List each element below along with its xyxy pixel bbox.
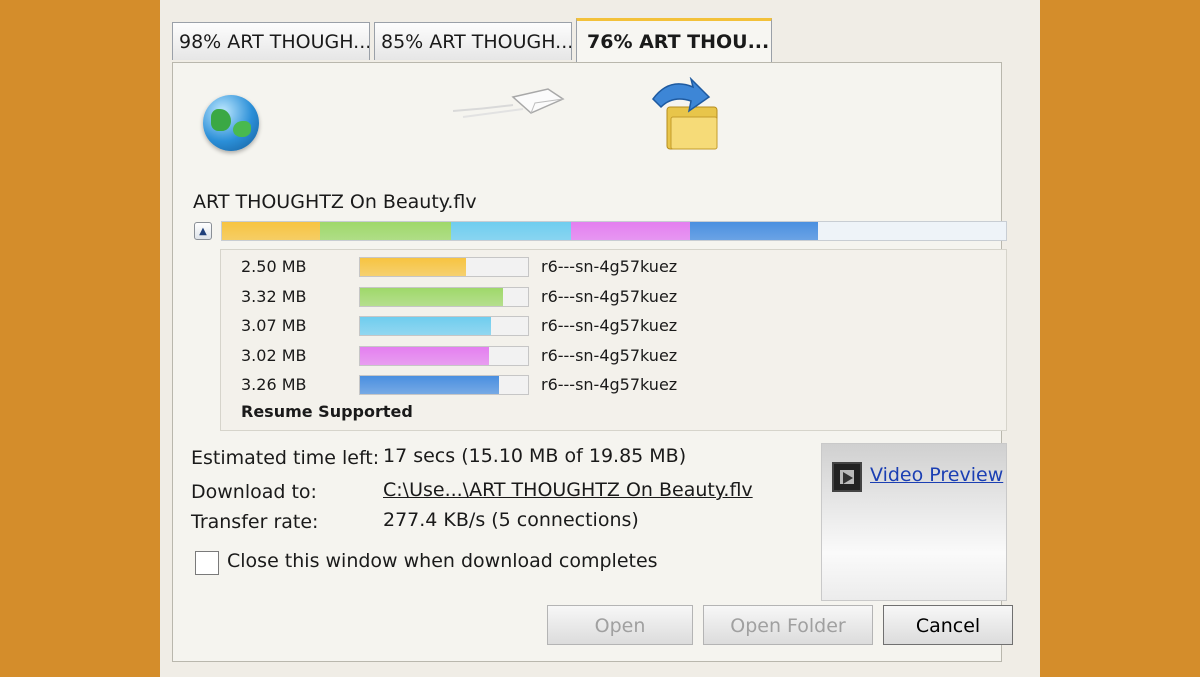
overall-progress-bar bbox=[221, 221, 1007, 241]
connection-progress-fill bbox=[360, 258, 466, 276]
globe-icon bbox=[203, 95, 259, 151]
folder-icon bbox=[652, 77, 718, 150]
connection-row: 3.26 MB r6---sn-4g57kuez bbox=[221, 373, 1006, 397]
video-preview-link[interactable]: Video Preview bbox=[870, 464, 1003, 486]
tab-download-2[interactable]: 85% ART THOUGH... bbox=[374, 22, 572, 60]
connection-progress-bar bbox=[359, 345, 529, 366]
connection-size: 3.32 MB bbox=[241, 286, 307, 306]
transfer-rate-label: Transfer rate: bbox=[191, 511, 319, 533]
close-when-done-label[interactable]: Close this window when download complete… bbox=[227, 550, 658, 572]
resume-status: Resume Supported bbox=[241, 402, 413, 421]
connection-host: r6---sn-4g57kuez bbox=[541, 316, 678, 335]
connection-progress-bar bbox=[359, 257, 529, 277]
flying-document-icon bbox=[453, 88, 565, 118]
download-path-link[interactable]: C:\Use...\ART THOUGHTZ On Beauty.flv bbox=[383, 479, 753, 501]
connection-host: r6---sn-4g57kuez bbox=[541, 345, 678, 365]
overall-progress-segment bbox=[571, 222, 690, 240]
connection-progress-bar bbox=[359, 375, 529, 395]
download-panel: ART THOUGHTZ On Beauty.flv ▲ Resume Supp… bbox=[172, 62, 1013, 662]
collapse-connections-button[interactable]: ▲ bbox=[194, 222, 212, 240]
connection-size: 3.02 MB bbox=[241, 345, 307, 365]
download-window: 98% ART THOUGH... 85% ART THOUGH... 76% … bbox=[160, 0, 1040, 677]
connection-row: 2.50 MB r6---sn-4g57kuez bbox=[221, 255, 1006, 279]
connection-size: 3.26 MB bbox=[241, 375, 307, 394]
time-left-value: 17 secs (15.10 MB of 19.85 MB) bbox=[383, 445, 687, 467]
film-icon bbox=[832, 462, 862, 492]
overall-progress-segment bbox=[222, 222, 321, 240]
download-to-label: Download to: bbox=[191, 481, 317, 503]
video-preview-panel: Video Preview bbox=[821, 443, 1007, 601]
connection-progress-fill bbox=[360, 287, 503, 306]
open-folder-button[interactable]: Open Folder bbox=[703, 605, 873, 645]
connection-host: r6---sn-4g57kuez bbox=[541, 257, 678, 276]
connection-progress-fill bbox=[360, 346, 490, 365]
open-button[interactable]: Open bbox=[547, 605, 693, 645]
connection-row: 3.02 MB r6---sn-4g57kuez bbox=[221, 344, 1006, 368]
connection-size: 2.50 MB bbox=[241, 257, 307, 276]
connection-progress-fill bbox=[360, 376, 500, 394]
connection-host: r6---sn-4g57kuez bbox=[541, 375, 678, 394]
transfer-rate-value: 277.4 KB/s (5 connections) bbox=[383, 509, 639, 531]
connections-list: Resume Supported 2.50 MB r6---sn-4g57kuez… bbox=[220, 249, 1007, 431]
connection-row: 3.32 MB r6---sn-4g57kuez bbox=[221, 285, 1006, 309]
tab-download-1[interactable]: 98% ART THOUGH... bbox=[172, 22, 370, 60]
connection-host: r6---sn-4g57kuez bbox=[541, 286, 678, 306]
file-name: ART THOUGHTZ On Beauty.flv bbox=[193, 191, 477, 213]
cancel-button[interactable]: Cancel bbox=[883, 605, 1013, 645]
tab-download-3[interactable]: 76% ART THOU... bbox=[576, 18, 772, 64]
close-when-done-checkbox[interactable] bbox=[195, 551, 219, 575]
overall-progress-segment bbox=[450, 222, 572, 240]
time-left-label: Estimated time left: bbox=[191, 447, 380, 469]
connection-size: 3.07 MB bbox=[241, 316, 307, 335]
overall-progress-segment bbox=[320, 222, 451, 240]
connection-progress-bar bbox=[359, 286, 529, 307]
connection-row: 3.07 MB r6---sn-4g57kuez bbox=[221, 314, 1006, 338]
connection-progress-bar bbox=[359, 316, 529, 336]
connection-progress-fill bbox=[360, 317, 492, 335]
overall-progress-segment bbox=[689, 222, 818, 240]
